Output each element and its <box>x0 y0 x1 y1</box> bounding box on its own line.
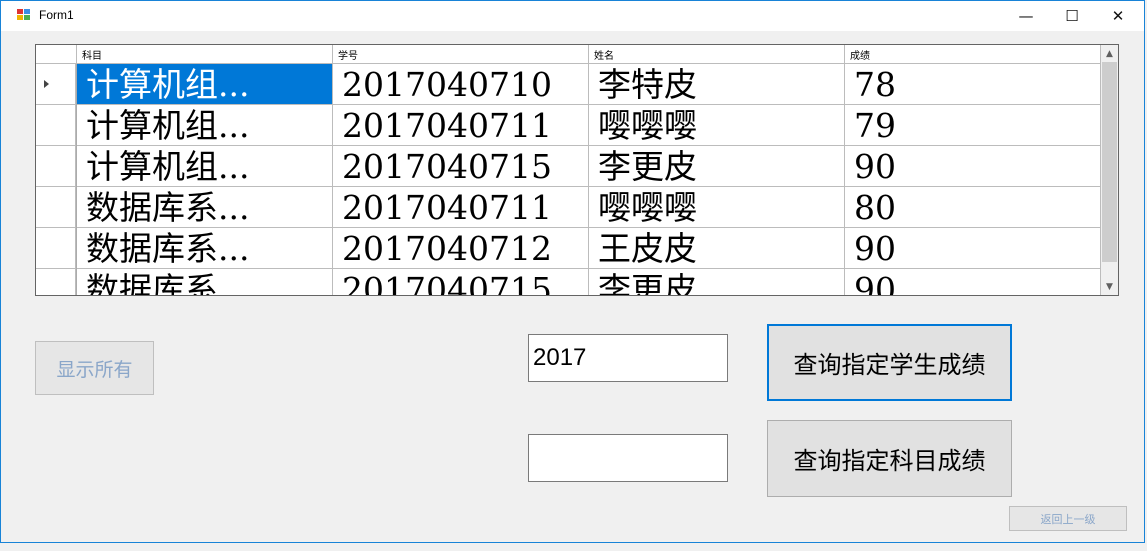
column-header-student-id[interactable]: 学号 <box>333 45 589 64</box>
grid-cell[interactable]: 80 <box>845 187 1101 228</box>
grid-cell[interactable]: 李更皮 <box>589 269 845 295</box>
title-bar[interactable]: Form1 — ☐ ✕ <box>1 1 1144 31</box>
grid-cell[interactable]: 2017040711 <box>333 105 589 146</box>
grid-cell[interactable]: 79 <box>845 105 1101 146</box>
minimize-icon: — <box>1018 7 1034 25</box>
window-title: Form1 <box>39 8 74 22</box>
grid-cell[interactable]: 数据库系... <box>77 187 333 228</box>
grid-cell[interactable]: 计算机组... <box>77 105 333 146</box>
row-header[interactable] <box>36 146 76 187</box>
minimize-button[interactable]: — <box>1003 1 1049 31</box>
column-header-name[interactable]: 姓名 <box>589 45 845 64</box>
grid-cell[interactable]: 王皮皮 <box>589 228 845 269</box>
grid-cell[interactable]: 数据库系... <box>77 228 333 269</box>
grid-cell[interactable]: 数据库系... <box>77 269 333 295</box>
grid-cell[interactable]: 78 <box>845 64 1101 105</box>
student-query-input[interactable] <box>528 334 728 382</box>
app-icon <box>17 9 31 21</box>
vertical-scrollbar[interactable]: ▲ ▼ <box>1101 45 1118 295</box>
row-header[interactable] <box>36 228 76 269</box>
grid-corner-header <box>36 45 77 64</box>
grid-cell[interactable]: 李更皮 <box>589 146 845 187</box>
scroll-down-icon[interactable]: ▼ <box>1101 278 1118 295</box>
grid-cell[interactable]: 李特皮 <box>589 64 845 105</box>
current-row-indicator-icon <box>44 80 49 88</box>
main-window: Form1 — ☐ ✕ 科目 学号 姓名 成绩 计算机组... 201704071… <box>0 0 1145 543</box>
row-header[interactable] <box>36 269 76 295</box>
query-subject-score-button[interactable]: 查询指定科目成绩 <box>767 420 1012 497</box>
close-button[interactable]: ✕ <box>1095 1 1141 31</box>
scroll-thumb[interactable] <box>1102 62 1117 262</box>
grid-cell[interactable]: 2017040711 <box>333 187 589 228</box>
show-all-button[interactable]: 显示所有 <box>35 341 154 395</box>
grid-cell[interactable]: 90 <box>845 146 1101 187</box>
grid-cell[interactable]: 计算机组... <box>77 146 333 187</box>
grid-cell[interactable]: 90 <box>845 228 1101 269</box>
column-header-subject[interactable]: 科目 <box>77 45 333 64</box>
grid-cell[interactable]: 2017040712 <box>333 228 589 269</box>
row-header[interactable] <box>36 105 76 146</box>
data-grid[interactable]: 科目 学号 姓名 成绩 计算机组... 2017040710 李特皮 78 计算机组..… <box>35 44 1119 296</box>
grid-cell[interactable]: 2017040710 <box>333 64 589 105</box>
column-header-score[interactable]: 成绩 <box>845 45 1101 64</box>
grid-cell[interactable]: 2017040715 <box>333 146 589 187</box>
grid-cell[interactable]: 90 <box>845 269 1101 295</box>
grid-cell[interactable]: 嘤嘤嘤 <box>589 187 845 228</box>
maximize-button[interactable]: ☐ <box>1049 1 1095 31</box>
row-header[interactable] <box>36 187 76 228</box>
back-button[interactable]: 返回上一级 <box>1009 506 1127 531</box>
scroll-up-icon[interactable]: ▲ <box>1101 45 1118 62</box>
query-student-score-button[interactable]: 查询指定学生成绩 <box>767 324 1012 401</box>
grid-cell[interactable]: 2017040715 <box>333 269 589 295</box>
grid-cell[interactable]: 嘤嘤嘤 <box>589 105 845 146</box>
subject-query-input[interactable] <box>528 434 728 482</box>
close-icon: ✕ <box>1111 7 1125 25</box>
grid-cell[interactable]: 计算机组... <box>77 64 333 105</box>
row-header[interactable] <box>36 64 76 105</box>
maximize-icon: ☐ <box>1065 7 1079 25</box>
